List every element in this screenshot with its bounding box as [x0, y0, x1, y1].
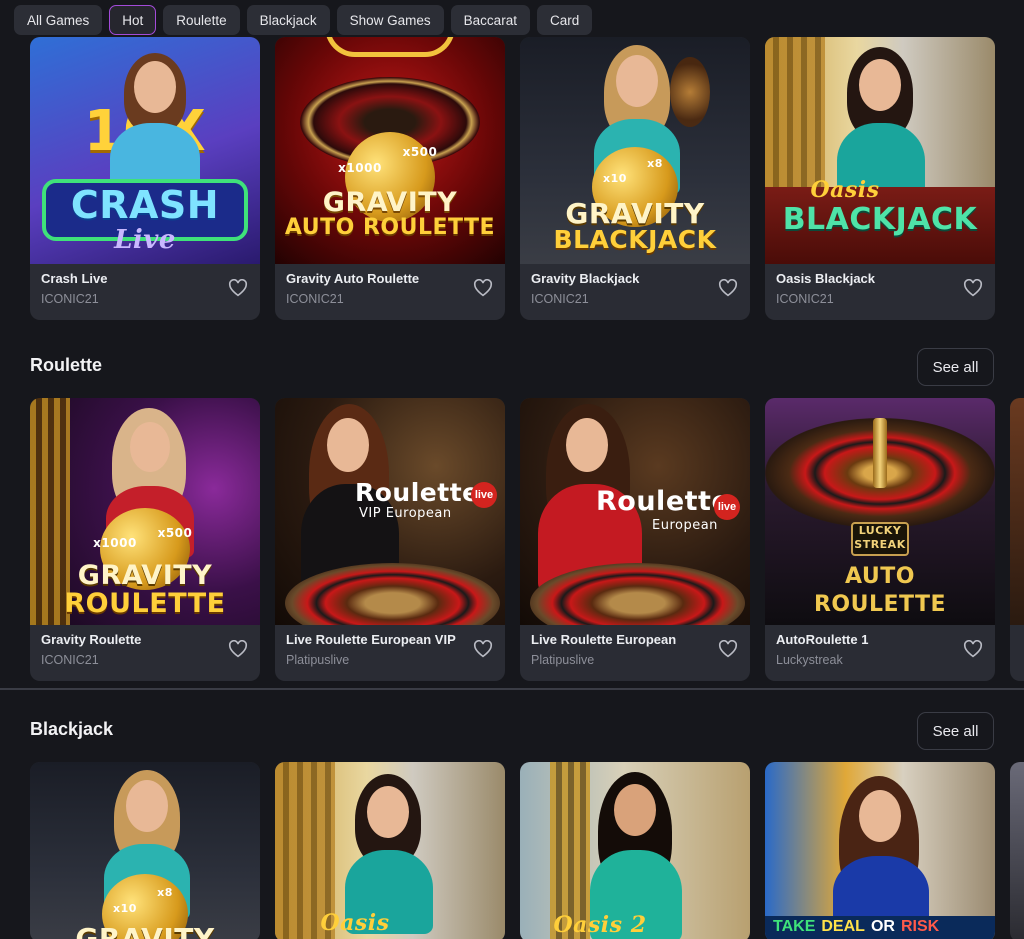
- filter-show-games[interactable]: Show Games: [336, 5, 444, 35]
- art-title-gravity: GRAVITY: [75, 922, 215, 939]
- art-multiplier-2: x8: [157, 886, 173, 899]
- game-provider: Luckystreak: [776, 653, 843, 667]
- game-provider: ICONIC21: [41, 292, 99, 306]
- art-multiplier-1: x10: [603, 172, 627, 185]
- game-name: Gravity Blackjack: [531, 271, 640, 286]
- filter-hot[interactable]: Hot: [109, 5, 157, 35]
- roulette-games-row: x1000 x500 GRAVITY ROULETTE Gravity Roul…: [30, 398, 995, 681]
- art-title-gravity: GRAVITY: [77, 560, 213, 591]
- game-provider: Platipuslive: [286, 653, 350, 667]
- art-title-risk: RISK: [900, 918, 940, 935]
- art-title-or: OR: [870, 918, 895, 935]
- game-card-gravity-roulette[interactable]: x1000 x500 GRAVITY ROULETTE Gravity Roul…: [30, 398, 260, 681]
- live-badge: live: [714, 494, 740, 520]
- game-thumbnail: Roulette European live: [520, 398, 750, 625]
- favorite-heart-icon[interactable]: [473, 640, 493, 658]
- art-title-auto-roulette: AUTO ROULETTE: [284, 215, 496, 240]
- filter-baccarat[interactable]: Baccarat: [450, 5, 530, 35]
- art-multiplier-1: x10: [113, 902, 137, 915]
- game-card-take-deal-or-risk[interactable]: TAKE DEAL OR RISK: [765, 762, 995, 939]
- category-filter-bar: All Games Hot Roulette Blackjack Show Ga…: [14, 5, 593, 35]
- section-title-roulette: Roulette: [30, 355, 102, 375]
- game-thumbnail: x1000 x500 GRAVITY AUTO ROULETTE: [275, 37, 505, 264]
- game-name: Gravity Roulette: [41, 632, 142, 647]
- art-multiplier-2: x8: [647, 157, 663, 170]
- game-name: Oasis Blackjack: [776, 271, 876, 286]
- art-title-oasis: Oasis: [810, 177, 880, 203]
- art-multiplier-2: x500: [402, 145, 438, 159]
- game-card-oasis-2[interactable]: Oasis 2: [520, 762, 750, 939]
- game-thumbnail: TAKE DEAL OR RISK: [765, 762, 995, 939]
- game-name: Live Roulette European: [531, 632, 677, 647]
- game-name: Live Roulette European VIP: [286, 632, 456, 647]
- section-divider: [0, 688, 1024, 690]
- favorite-heart-icon[interactable]: [228, 279, 248, 297]
- game-thumbnail: x10 x8 GRAVITY: [30, 762, 260, 939]
- game-provider: ICONIC21: [776, 292, 834, 306]
- see-all-blackjack-button[interactable]: See all: [917, 712, 994, 750]
- art-title-crash: CRASH: [70, 183, 220, 227]
- partial-next-card[interactable]: [1010, 398, 1024, 681]
- art-title-blackjack: BLACKJACK: [553, 225, 717, 254]
- see-all-roulette-button[interactable]: See all: [917, 348, 994, 386]
- art-title-lucky: LUCKY: [858, 524, 902, 537]
- favorite-heart-icon[interactable]: [473, 279, 493, 297]
- game-name: Gravity Auto Roulette: [286, 271, 420, 286]
- art-title-auto: AUTO: [845, 564, 915, 589]
- favorite-heart-icon[interactable]: [228, 640, 248, 658]
- game-thumbnail: x1000 x500 GRAVITY ROULETTE: [30, 398, 260, 625]
- art-subtitle-vip-european: VIP European: [359, 506, 452, 521]
- game-name: AutoRoulette 1: [776, 632, 869, 647]
- game-card-gravity-auto-roulette[interactable]: x1000 x500 GRAVITY AUTO ROULETTE Gravity…: [275, 37, 505, 320]
- game-name: Crash Live: [41, 271, 108, 286]
- art-title-live: Live: [114, 225, 176, 255]
- game-card-crash-live[interactable]: 10X CRASH Live Crash Live ICONIC21: [30, 37, 260, 320]
- game-thumbnail: Oasis: [275, 762, 505, 939]
- game-provider: ICONIC21: [286, 292, 344, 306]
- art-multiplier-2: x500: [157, 526, 193, 540]
- hot-games-row: 10X CRASH Live Crash Live ICONIC21 x1000: [30, 37, 995, 320]
- favorite-heart-icon[interactable]: [718, 279, 738, 297]
- game-provider: Platipuslive: [531, 653, 595, 667]
- art-title-oasis-2: Oasis 2: [553, 912, 647, 938]
- art-multiplier-1: x1000: [338, 161, 382, 175]
- game-thumbnail: 10X CRASH Live: [30, 37, 260, 264]
- game-provider: ICONIC21: [531, 292, 589, 306]
- art-title-roulette: ROULETTE: [64, 588, 226, 619]
- game-provider: ICONIC21: [41, 653, 99, 667]
- favorite-heart-icon[interactable]: [718, 640, 738, 658]
- filter-blackjack[interactable]: Blackjack: [246, 5, 330, 35]
- partial-next-card[interactable]: [1010, 762, 1024, 939]
- favorite-heart-icon[interactable]: [963, 640, 983, 658]
- game-card-oasis-blackjack[interactable]: Oasis: [275, 762, 505, 939]
- game-thumbnail: x10 x8 GRAVITY BLACKJACK: [520, 37, 750, 264]
- game-thumbnail: LUCKY STREAK AUTO ROULETTE: [765, 398, 995, 625]
- filter-card[interactable]: Card: [536, 5, 593, 35]
- art-title-oasis: Oasis: [320, 910, 390, 936]
- filter-all-games[interactable]: All Games: [14, 5, 103, 35]
- game-thumbnail: Oasis BLACKJACK: [765, 37, 995, 264]
- filter-roulette[interactable]: Roulette: [163, 5, 240, 35]
- art-subtitle-european: European: [652, 518, 718, 533]
- art-title-streak: STREAK: [854, 538, 906, 551]
- art-title-deal: DEAL: [821, 918, 865, 935]
- blackjack-games-row: x10 x8 GRAVITY Oasis Oasis 2 TAKE DEAL O…: [30, 762, 995, 939]
- game-thumbnail: Roulette VIP European live: [275, 398, 505, 625]
- game-card-autoroulette-1[interactable]: LUCKY STREAK AUTO ROULETTE AutoRoulette …: [765, 398, 995, 681]
- art-title-take: TAKE: [773, 918, 816, 935]
- section-title-blackjack: Blackjack: [30, 719, 114, 739]
- favorite-heart-icon[interactable]: [963, 279, 983, 297]
- art-title-roulette: ROULETTE: [813, 592, 947, 617]
- live-badge: live: [471, 482, 497, 508]
- art-title-blackjack: BLACKJACK: [782, 202, 978, 237]
- game-card-gravity-blackjack[interactable]: x10 x8 GRAVITY: [30, 762, 260, 939]
- game-card-live-roulette-european[interactable]: Roulette European live Live Roulette Eur…: [520, 398, 750, 681]
- art-title-gravity: GRAVITY: [322, 187, 458, 218]
- game-card-live-roulette-european-vip[interactable]: Roulette VIP European live Live Roulette…: [275, 398, 505, 681]
- game-card-oasis-blackjack[interactable]: Oasis BLACKJACK Oasis Blackjack ICONIC21: [765, 37, 995, 320]
- game-thumbnail: Oasis 2: [520, 762, 750, 939]
- game-card-gravity-blackjack[interactable]: x10 x8 GRAVITY BLACKJACK Gravity Blackja…: [520, 37, 750, 320]
